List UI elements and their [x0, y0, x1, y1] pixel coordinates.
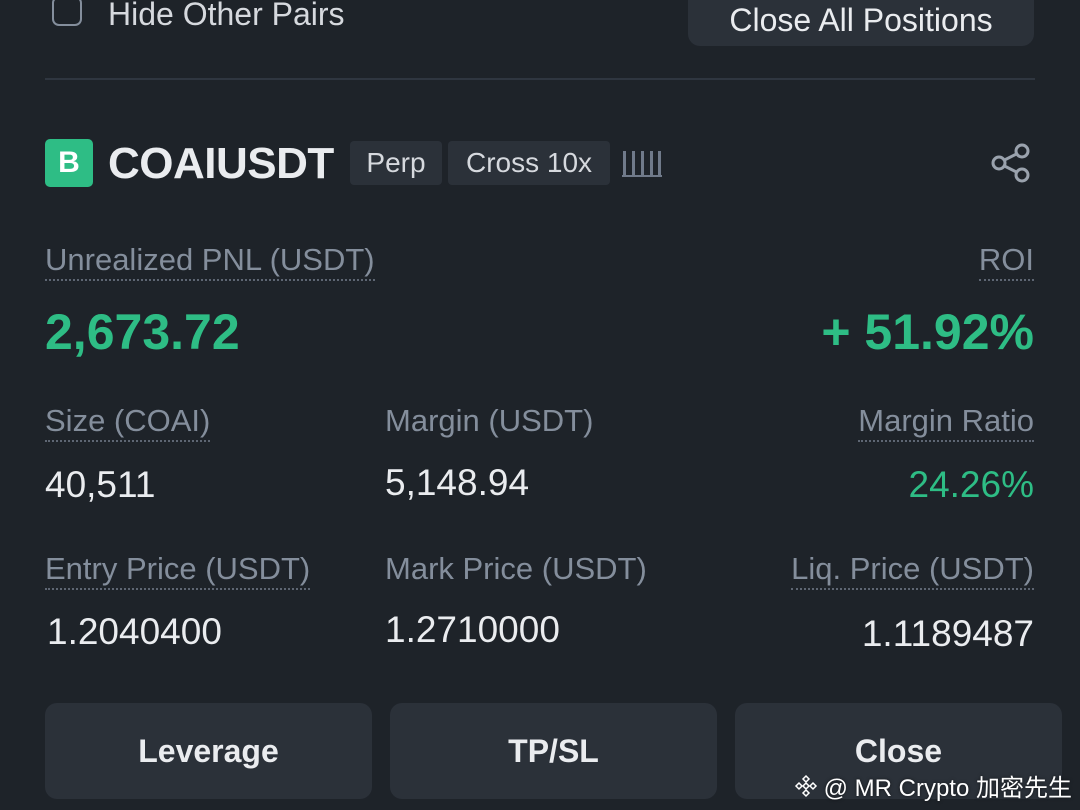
tpsl-button[interactable]: TP/SL — [390, 703, 717, 799]
liq-price-label[interactable]: Liq. Price (USDT) — [791, 551, 1034, 590]
size-label-text: Size (COAI) — [45, 403, 211, 442]
side-badge: B — [45, 139, 93, 187]
liq-price-label-text: Liq. Price (USDT) — [791, 551, 1034, 590]
share-icon[interactable] — [990, 142, 1032, 184]
unrealized-pnl-label-text: Unrealized PNL (USDT) — [45, 242, 375, 281]
entry-price-label[interactable]: Entry Price (USDT) — [45, 551, 311, 590]
leverage-button[interactable]: Leverage — [45, 703, 372, 799]
hide-other-pairs-label[interactable]: Hide Other Pairs — [108, 0, 345, 36]
margin-value: 5,148.94 — [385, 462, 530, 503]
hide-other-pairs-checkbox[interactable] — [52, 0, 82, 26]
margin-mode-tag[interactable]: Cross 10x — [448, 141, 610, 185]
roi-value: + 51.92% — [821, 304, 1034, 360]
size-label[interactable]: Size (COAI) — [45, 403, 211, 442]
mark-price-label: Mark Price (USDT) — [385, 551, 647, 586]
roi-label[interactable]: ROI — [978, 242, 1034, 281]
margin-ratio-label[interactable]: Margin Ratio — [858, 403, 1034, 442]
unrealized-pnl-label[interactable]: Unrealized PNL (USDT) — [45, 242, 375, 281]
binance-logo-icon — [794, 774, 817, 797]
roi-label-text: ROI — [978, 242, 1034, 281]
entry-price-label-text: Entry Price (USDT) — [45, 551, 311, 590]
watermark-text: @ MR Crypto 加密先生 — [823, 775, 1072, 802]
mark-price-value: 1.2710000 — [385, 609, 560, 650]
liq-price-value: 1.1189487 — [861, 613, 1034, 654]
watermark: @ MR Crypto 加密先生 — [794, 768, 1072, 803]
close-all-positions-button[interactable]: Close All Positions — [688, 0, 1034, 46]
symbol-title[interactable]: COAIUSDT — [108, 138, 334, 190]
signal-bars-icon — [622, 151, 662, 177]
entry-price-value: 1.2040400 — [47, 611, 222, 652]
divider — [45, 78, 1035, 80]
size-value: 40,511 — [45, 464, 156, 505]
margin-ratio-label-text: Margin Ratio — [858, 403, 1034, 442]
margin-ratio-value: 24.26% — [908, 464, 1035, 505]
unrealized-pnl-value: 2,673.72 — [45, 304, 240, 360]
contract-type-tag: Perp — [350, 141, 442, 185]
margin-label: Margin (USDT) — [385, 403, 594, 438]
